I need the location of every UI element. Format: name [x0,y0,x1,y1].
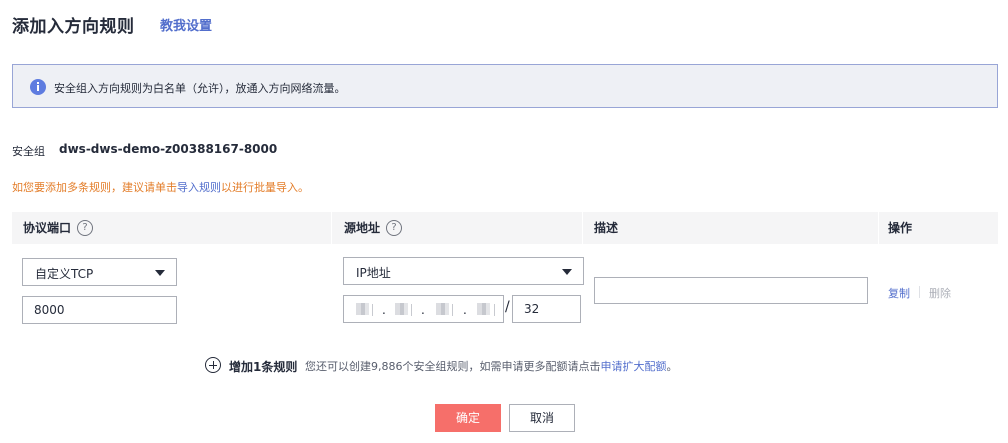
batch-import-notice: 如您要添加多条规则，建议请单击导入规则以进行批量导入。 [12,179,309,195]
source-help-icon[interactable]: ? [386,219,403,236]
mask-slash: / [505,299,510,315]
ip-address-input[interactable]: . . . [343,295,504,323]
cancel-button[interactable]: 取消 [509,404,575,432]
mask-input-value: 32 [524,302,540,316]
apply-quota-link[interactable]: 申请扩大配额 [601,360,667,373]
header-description: 描述 [594,221,619,235]
notice-prefix: 如您要添加多条规则，建议请单击 [12,181,177,194]
header-operation: 操作 [888,221,913,235]
ip-dot: . [382,303,386,317]
quota-suffix: 。 [666,360,678,373]
ip-dot: . [421,303,425,317]
plus-circle-icon [205,357,221,373]
info-banner: 安全组入方向规则为白名单（允许），放通入方向网络流量。 [12,64,998,108]
notice-suffix: 以进行批量导入。 [221,181,309,194]
guide-link[interactable]: 教我设置 [160,15,212,34]
protocol-port-help-icon[interactable]: ? [77,219,94,236]
security-group-label: 安全组 [12,145,45,158]
octet-divider [494,304,495,316]
header-source: 源地址? [344,212,403,244]
ip-octet-1[interactable] [356,303,369,315]
protocol-select-value: 自定义TCP [35,267,94,281]
protocol-select[interactable]: 自定义TCP [22,258,177,286]
ip-octet-2[interactable] [395,303,408,315]
description-input[interactable] [594,277,868,304]
ip-dot: . [463,303,467,317]
ok-button[interactable]: 确定 [435,404,501,432]
security-group-name: dws-dws-demo-z00388167-8000 [59,142,278,156]
port-input[interactable]: 8000 [22,296,177,324]
info-icon [30,79,46,95]
column-divider [582,212,583,244]
port-input-value: 8000 [34,303,65,317]
operation-divider [919,286,920,298]
add-rule-label: 增加1条规则 [229,360,298,374]
octet-divider [372,304,373,316]
header-protocol-port-label: 协议端口 [23,221,72,235]
ip-octet-3[interactable] [436,303,449,315]
rules-table-header: 协议端口? 源地址? 描述 操作 [12,212,998,244]
octet-divider [411,304,412,316]
chevron-down-icon [562,269,572,275]
header-protocol-port: 协议端口? [23,212,94,244]
page-title: 添加入方向规则 [12,17,135,37]
import-rules-link[interactable]: 导入规则 [177,181,221,194]
source-type-value: IP地址 [356,266,391,280]
column-divider [878,212,879,244]
column-divider [331,212,332,244]
chevron-down-icon [155,270,165,276]
source-type-select[interactable]: IP地址 [343,257,584,285]
quota-prefix: 您还可以创建9,886个安全组规则，如需申请更多配额请点击 [305,360,601,373]
delete-rule-link[interactable]: 删除 [929,285,951,301]
info-text: 安全组入方向规则为白名单（允许），放通入方向网络流量。 [54,82,346,95]
copy-rule-link[interactable]: 复制 [888,285,910,301]
ip-octet-4[interactable] [477,303,490,315]
octet-divider [452,304,453,316]
header-source-label: 源地址 [344,221,381,235]
quota-text: 您还可以创建9,886个安全组规则，如需申请更多配额请点击申请扩大配额。 [305,358,678,374]
mask-input[interactable]: 32 [512,295,581,323]
